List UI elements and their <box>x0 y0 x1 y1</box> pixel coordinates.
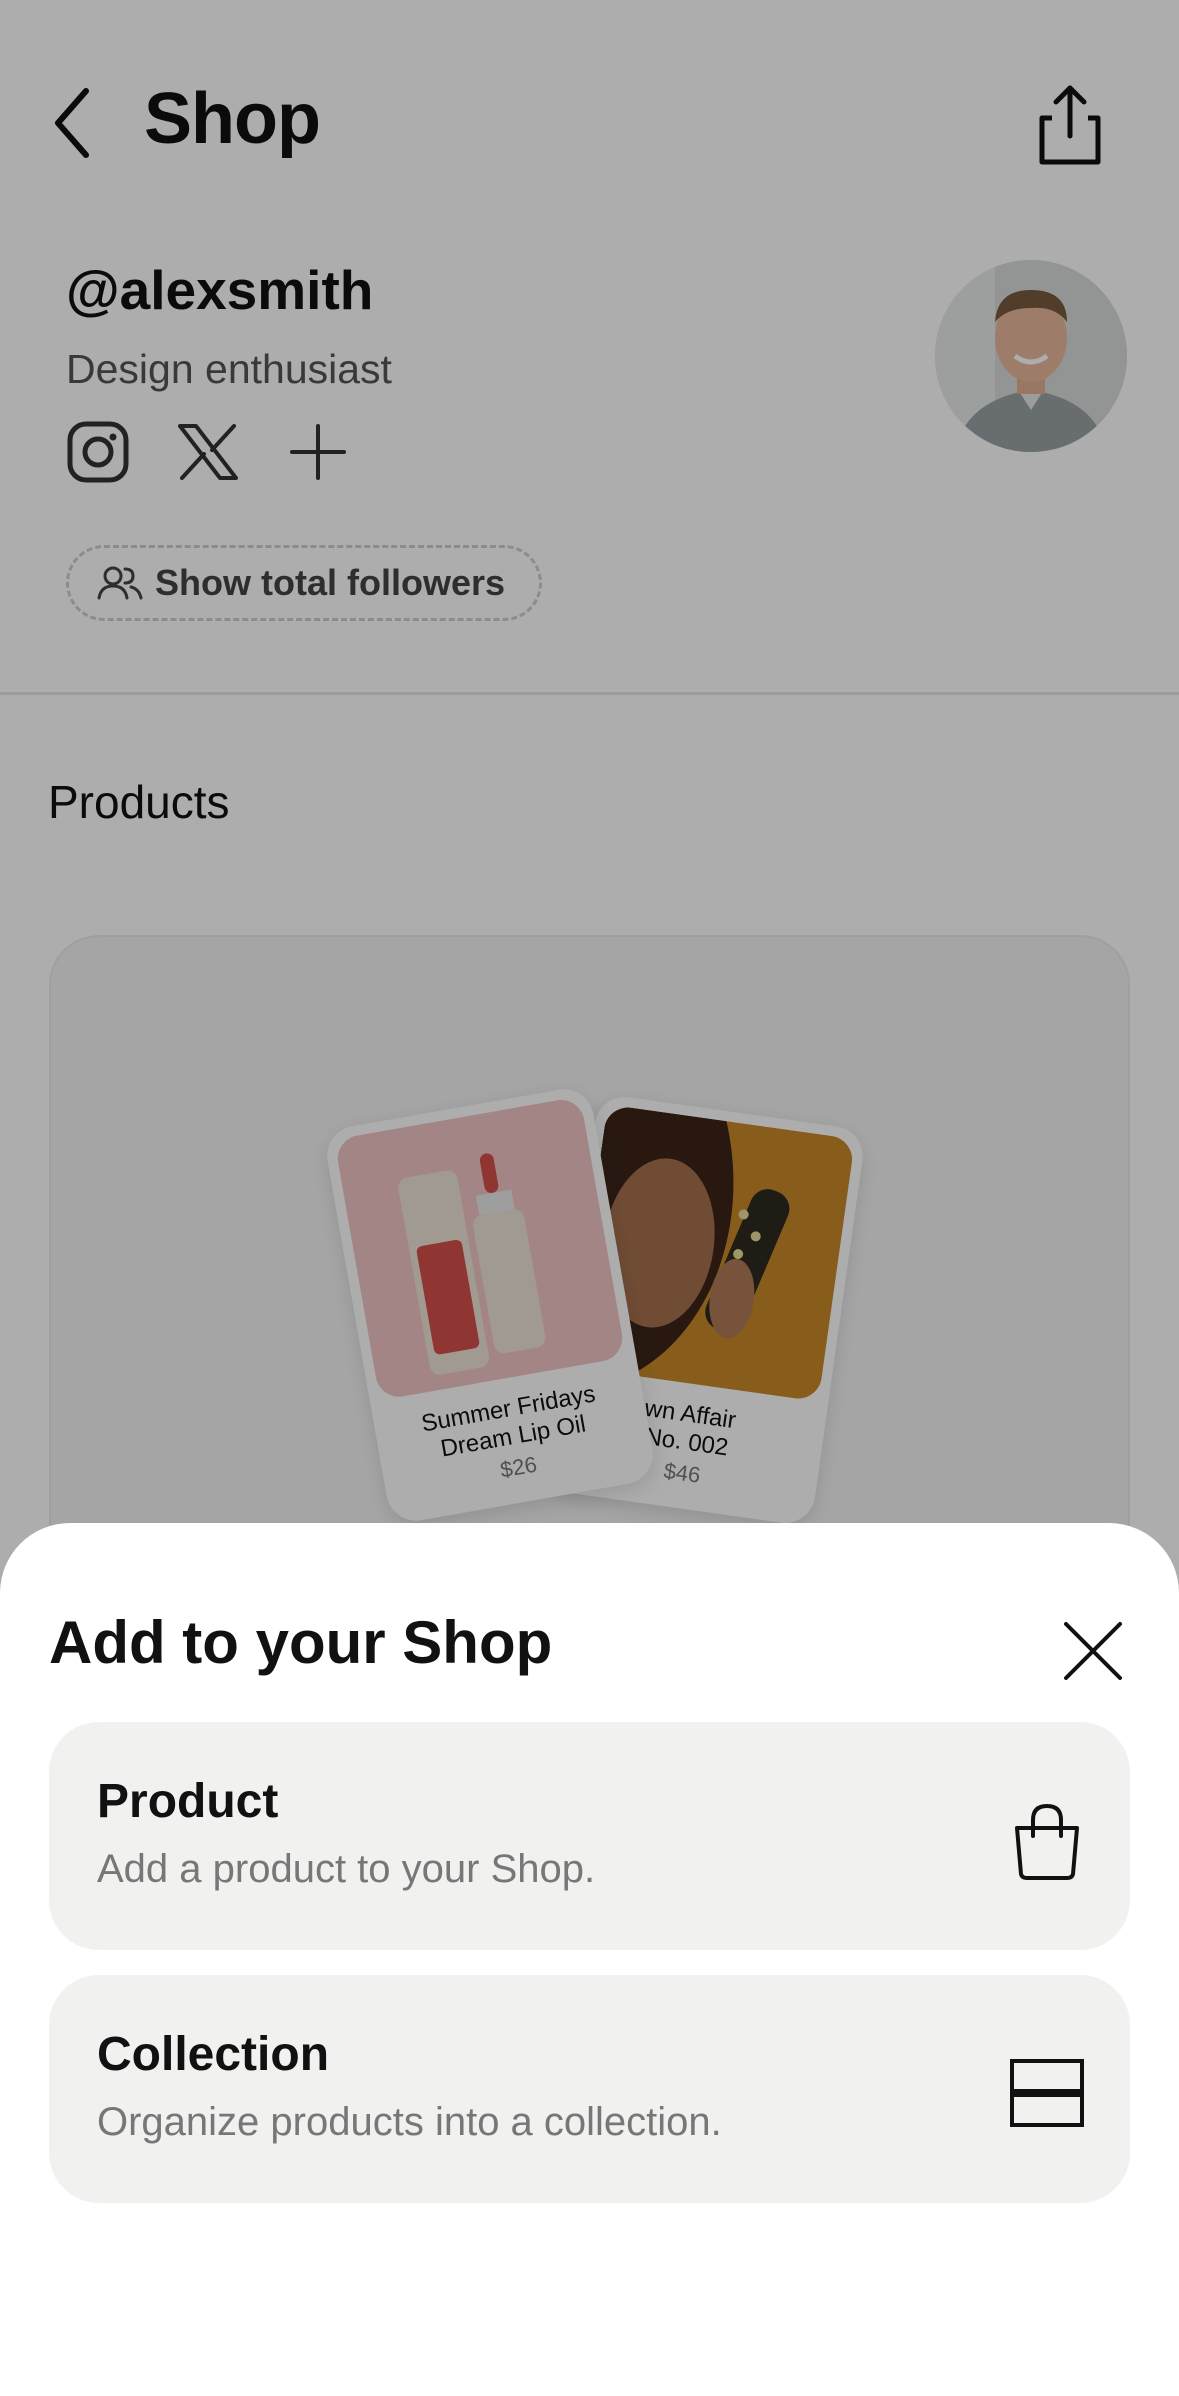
option-title: Collection <box>97 2028 330 2081</box>
collection-icon <box>1009 2055 1085 2135</box>
close-icon <box>1064 1622 1122 1680</box>
shopping-bag-icon <box>1009 1802 1085 1882</box>
option-title: Product <box>97 1775 279 1828</box>
shop-page: Shop @alexsmith Design enthusiast Show t… <box>0 0 1179 2396</box>
option-description: Add a product to your Shop. <box>97 1847 596 1891</box>
add-collection-option[interactable]: Collection Organize products into a coll… <box>49 1975 1130 2203</box>
add-to-shop-sheet: Add to your Shop Product Add a product t… <box>0 1523 1179 2396</box>
sheet-title: Add to your Shop <box>49 1609 553 1676</box>
add-product-option[interactable]: Product Add a product to your Shop. <box>49 1722 1130 1950</box>
close-button[interactable] <box>1058 1616 1128 1686</box>
option-description: Organize products into a collection. <box>97 2100 722 2144</box>
